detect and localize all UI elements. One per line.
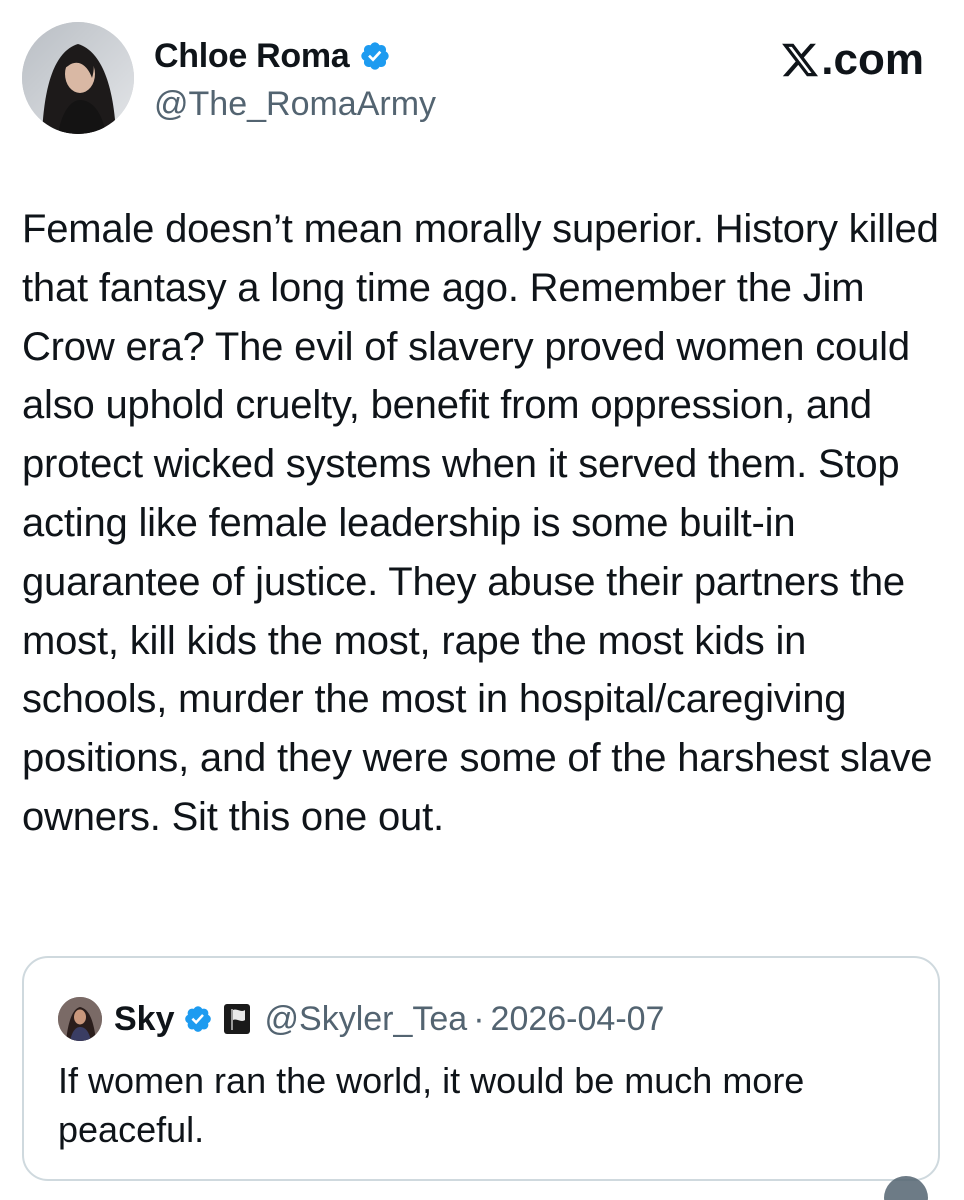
brand-watermark: .com — [780, 34, 924, 86]
author-name-row: Chloe Roma — [154, 36, 391, 76]
black-flag-emoji-icon — [223, 1004, 250, 1034]
profile-photo-icon — [22, 22, 134, 134]
author-handle[interactable]: @The_RomaArmy — [154, 84, 436, 124]
quoted-profile-photo-icon — [58, 997, 102, 1041]
x-logo-icon — [782, 43, 819, 77]
verified-badge-icon — [361, 42, 390, 70]
quoted-date[interactable]: 2026-04-07 — [491, 999, 665, 1039]
quoted-display-name[interactable]: Sky — [114, 999, 175, 1039]
tweet-body-text: Female doesn’t mean morally superior. Hi… — [22, 207, 939, 839]
author-avatar[interactable] — [22, 22, 134, 134]
post-screenshot: Chloe Roma @The_RomaArmy .com Female doe… — [0, 0, 964, 1200]
meta-separator: · — [473, 1000, 485, 1038]
quoted-author-avatar[interactable] — [58, 997, 102, 1041]
quoted-verified-badge-icon — [184, 1006, 211, 1032]
quoted-tweet-card[interactable]: Sky @Skyler_Tea · 2026-04-07 If women ra… — [22, 956, 940, 1181]
brand-domain-text: .com — [821, 35, 924, 84]
quoted-handle[interactable]: @Skyler_Tea — [265, 999, 468, 1039]
quoted-tweet-text: If women ran the world, it would be much… — [58, 1060, 805, 1150]
author-display-name[interactable]: Chloe Roma — [154, 36, 350, 76]
quoted-tweet-header: Sky @Skyler_Tea · 2026-04-07 — [58, 994, 664, 1044]
